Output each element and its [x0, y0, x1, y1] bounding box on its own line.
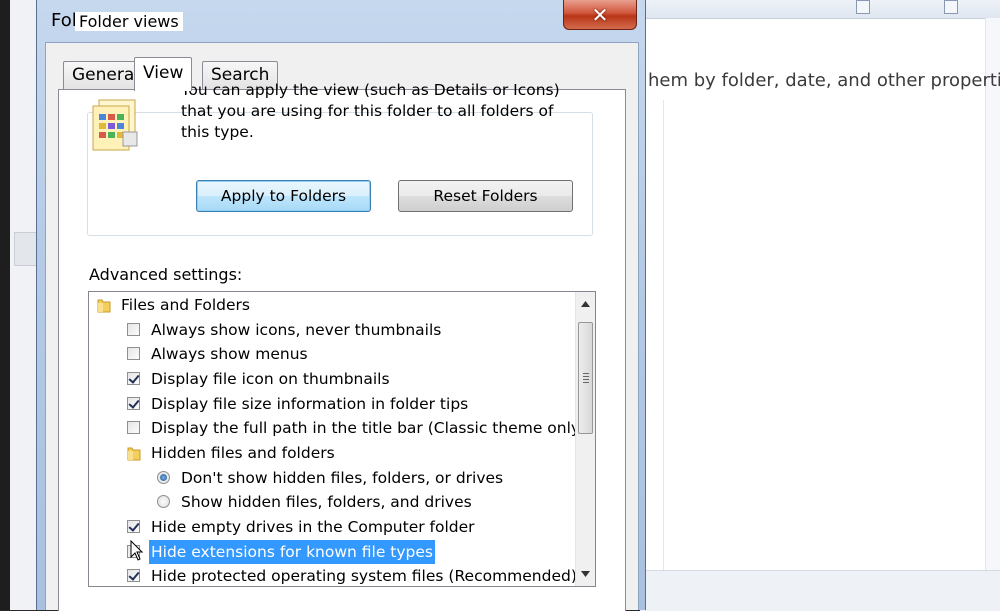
chevron-up-icon: [581, 300, 590, 307]
reset-folders-button[interactable]: Reset Folders: [398, 180, 573, 212]
scroll-up-button[interactable]: [576, 294, 595, 313]
option-label[interactable]: Don't show hidden files, folders, or dri…: [179, 466, 505, 490]
option-label-selected[interactable]: Hide extensions for known file types: [149, 540, 436, 564]
mouse-cursor-icon: [130, 540, 144, 561]
apply-to-folders-button[interactable]: Apply to Folders: [196, 180, 371, 212]
desktop-edge: [0, 0, 10, 610]
view-icon[interactable]: [856, 0, 870, 14]
option-label[interactable]: Hide protected operating system files (R…: [149, 564, 579, 586]
radio-button[interactable]: [157, 471, 170, 484]
option-label[interactable]: Hide empty drives in the Computer folder: [149, 515, 477, 539]
checkbox[interactable]: [127, 569, 140, 582]
folder-views-description: You can apply the view (such as Details …: [181, 81, 560, 141]
chevron-down-icon: [581, 570, 590, 577]
option-label[interactable]: Display file size information in folder …: [149, 392, 470, 416]
folder-icon: [127, 447, 141, 461]
window-icon[interactable]: [944, 0, 958, 14]
background-scroll-edge: [985, 18, 1000, 610]
scrollbar-thumb[interactable]: [578, 322, 593, 434]
tree-label: Hidden files and folders: [151, 444, 335, 462]
folder-views-label: Folder views: [75, 12, 183, 31]
checkbox[interactable]: [127, 421, 140, 434]
option-label[interactable]: Always show menus: [149, 342, 310, 366]
checkbox[interactable]: [127, 520, 140, 533]
checkbox[interactable]: [127, 347, 140, 360]
close-button[interactable]: ✕: [563, 0, 637, 30]
option-label[interactable]: Show hidden files, folders, and drives: [179, 490, 474, 514]
option-label[interactable]: Always show icons, never thumbnails: [149, 318, 443, 342]
background-status-area: [640, 570, 1000, 611]
folder-icon: [97, 299, 111, 313]
advanced-settings-label: Advanced settings:: [89, 265, 243, 284]
scroll-down-button[interactable]: [576, 564, 595, 583]
tree-label: Files and Folders: [121, 296, 251, 314]
checkbox[interactable]: [127, 323, 140, 336]
checkbox[interactable]: [127, 372, 140, 385]
background-description: hem by folder, date, and other propertie…: [648, 70, 1000, 91]
folder-views-icon: [92, 99, 138, 151]
close-icon: ✕: [591, 2, 609, 27]
background-divider: [663, 100, 664, 570]
background-toolbar: [640, 0, 1000, 19]
vertical-scrollbar[interactable]: [575, 292, 595, 586]
advanced-settings-list[interactable]: Files and Folders Always show icons, nev…: [88, 291, 596, 587]
option-label[interactable]: Display file icon on thumbnails: [149, 367, 392, 391]
option-label[interactable]: Display the full path in the title bar (…: [149, 416, 588, 440]
tab-view[interactable]: View: [134, 57, 193, 91]
radio-button[interactable]: [157, 495, 170, 508]
checkbox[interactable]: [127, 397, 140, 410]
